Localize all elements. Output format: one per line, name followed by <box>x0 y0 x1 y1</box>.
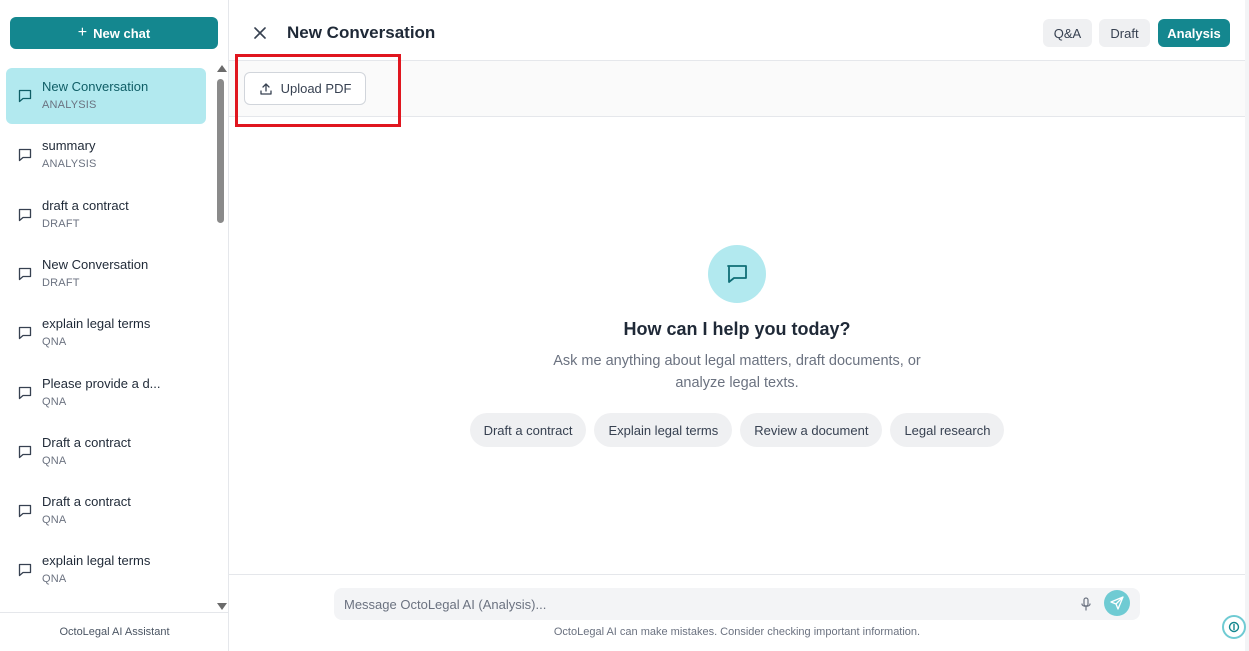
new-chat-button[interactable]: + New chat <box>10 17 218 49</box>
conversation-title: explain legal terms <box>42 316 151 331</box>
message-square-icon <box>17 562 33 578</box>
plus-icon: + <box>77 24 88 41</box>
conversation-item[interactable]: Draft a contract QNA <box>6 483 206 539</box>
sidebar-scrollbar[interactable] <box>214 62 228 612</box>
send-icon <box>1110 596 1124 610</box>
conversation-mode: ANALYSIS <box>42 99 97 111</box>
suggestion-chip-draft-contract[interactable]: Draft a contract <box>469 413 587 447</box>
mode-button-analysis[interactable]: Analysis <box>1158 19 1230 47</box>
conversation-title: Please provide a d... <box>42 376 161 391</box>
scroll-thumb[interactable] <box>217 79 224 223</box>
empty-state: How can I help you today? Ask me anythin… <box>229 117 1245 573</box>
main-panel: New Conversation Q&A Draft Analysis Uplo… <box>229 0 1249 651</box>
conversation-item[interactable]: Please provide a d... QNA <box>6 365 206 421</box>
message-input[interactable] <box>344 588 1064 620</box>
scroll-down-arrow-icon[interactable] <box>217 603 227 610</box>
conversation-title: draft a contract <box>42 198 129 213</box>
message-square-icon <box>17 385 33 401</box>
message-square-icon <box>17 444 33 460</box>
microphone-icon[interactable] <box>1078 596 1094 612</box>
page-title: New Conversation <box>287 23 436 42</box>
app-root: + New chat New Conversation ANALYSIS summa… <box>0 0 1249 651</box>
conversation-item[interactable]: New Conversation DRAFT <box>6 246 206 302</box>
conversation-mode: ANALYSIS <box>42 158 97 170</box>
upload-pdf-button[interactable]: Upload PDF <box>244 72 366 105</box>
suggestion-chips: Draft a contract Explain legal terms Rev… <box>229 413 1245 447</box>
conversation-mode: DRAFT <box>42 218 80 230</box>
close-icon[interactable] <box>251 24 269 42</box>
upload-pdf-label: Upload PDF <box>280 81 352 96</box>
chat-bubble-icon <box>708 245 766 303</box>
message-composer: OctoLegal AI can make mistakes. Consider… <box>229 574 1245 651</box>
conversation-item[interactable]: summary ANALYSIS <box>6 127 206 183</box>
conversation-item[interactable]: explain legal terms QNA <box>6 542 206 598</box>
conversation-mode: QNA <box>42 455 67 467</box>
message-square-icon <box>17 207 33 223</box>
right-edge-strip <box>1245 0 1249 651</box>
new-chat-label: New chat <box>93 25 151 41</box>
disclaimer-text: OctoLegal AI can make mistakes. Consider… <box>553 626 921 638</box>
message-square-icon <box>17 88 33 104</box>
message-square-icon <box>17 147 33 163</box>
conversation-mode: QNA <box>42 396 67 408</box>
upload-toolbar: Upload PDF <box>229 54 1245 127</box>
conversation-title: Draft a contract <box>42 435 131 450</box>
empty-state-title: How can I help you today? <box>623 319 851 339</box>
message-square-icon <box>17 266 33 282</box>
conversation-title: New Conversation <box>42 79 149 94</box>
conversation-item[interactable]: explain legal terms QNA <box>6 305 206 361</box>
conversation-title: explain legal terms <box>42 553 151 568</box>
conversation-title: Draft a contract <box>42 494 131 509</box>
message-square-icon <box>17 325 33 341</box>
conversation-mode: QNA <box>42 573 67 585</box>
conversation-item[interactable]: Draft a contract QNA <box>6 424 206 480</box>
conversation-list: New Conversation ANALYSIS summary ANALYSIS d… <box>0 62 229 612</box>
conversation-mode: QNA <box>42 514 67 526</box>
conversation-mode: QNA <box>42 336 67 348</box>
sidebar-footer: OctoLegal AI Assistant <box>0 612 229 651</box>
conversation-item[interactable]: draft a contract DRAFT <box>6 187 206 243</box>
chat-header: New Conversation Q&A Draft Analysis <box>229 0 1249 61</box>
conversation-title: New Conversation <box>42 257 149 272</box>
suggestion-chip-explain-terms[interactable]: Explain legal terms <box>594 413 733 447</box>
message-square-icon <box>17 503 33 519</box>
message-box <box>334 588 1140 620</box>
empty-state-subtitle: Ask me anything about legal matters, dra… <box>553 353 921 391</box>
upload-icon <box>259 82 272 95</box>
conversation-mode: DRAFT <box>42 277 80 289</box>
send-button[interactable] <box>1104 590 1130 616</box>
assistant-badge-icon[interactable] <box>1222 615 1246 639</box>
suggestion-chip-review-document[interactable]: Review a document <box>740 413 883 447</box>
sidebar: + New chat New Conversation ANALYSIS summa… <box>0 0 229 651</box>
conversation-title: summary <box>42 138 96 153</box>
mode-button-qa[interactable]: Q&A <box>1043 19 1092 47</box>
mode-button-draft[interactable]: Draft <box>1099 19 1150 47</box>
scroll-up-arrow-icon[interactable] <box>217 65 227 72</box>
suggestion-chip-legal-research[interactable]: Legal research <box>890 413 1005 447</box>
conversation-item[interactable]: New Conversation ANALYSIS <box>6 68 206 124</box>
